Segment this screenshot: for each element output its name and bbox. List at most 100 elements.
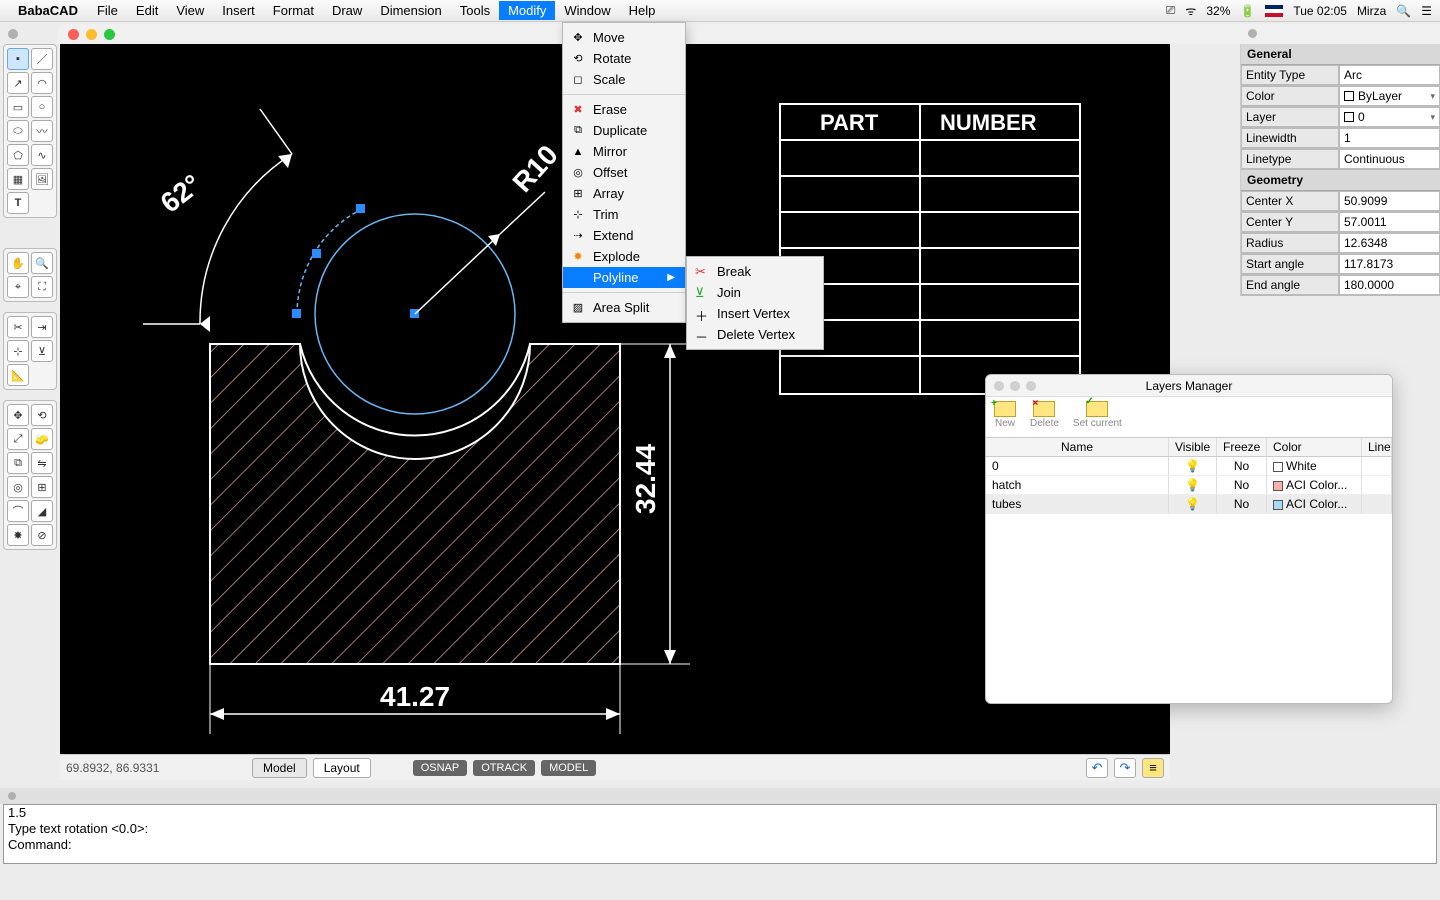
prop-value[interactable]: 117.8173 (1339, 254, 1440, 274)
menu-insert[interactable]: Insert (213, 1, 264, 20)
tool-spline[interactable]: ∿ (31, 144, 53, 166)
menu-edit[interactable]: Edit (127, 1, 167, 20)
prop-row[interactable]: Layer0 (1241, 107, 1440, 128)
layer-linetype[interactable] (1362, 476, 1392, 494)
mi-delete-vertex[interactable]: －Delete Vertex (687, 324, 823, 345)
tool-zoom-window[interactable]: ⌖ (7, 276, 29, 298)
layers-setcurrent-button[interactable]: ✓Set current (1073, 401, 1122, 429)
layers-titlebar[interactable]: Layers Manager (986, 375, 1392, 397)
tool-text[interactable]: T (7, 192, 29, 214)
tool-rotate[interactable]: ⟲ (31, 404, 53, 426)
mi-move[interactable]: ✥Move (563, 27, 685, 48)
prop-value[interactable]: 57.0011 (1339, 212, 1440, 232)
menu-dimension[interactable]: Dimension (371, 1, 450, 20)
layer-freeze-toggle[interactable]: No (1217, 495, 1267, 513)
toggle-otrack[interactable]: OTRACK (473, 760, 535, 776)
prop-row[interactable]: End angle180.0000 (1241, 275, 1440, 296)
tool-arc[interactable]: ◠ (31, 72, 53, 94)
tool-point[interactable]: ▪ (7, 48, 29, 70)
layers-col-visible[interactable]: Visible (1169, 438, 1217, 456)
mi-offset[interactable]: ◎Offset (563, 162, 685, 183)
layer-freeze-toggle[interactable]: No (1217, 457, 1267, 475)
menu-window[interactable]: Window (555, 1, 619, 20)
prop-value[interactable]: Arc (1339, 65, 1440, 85)
prop-value[interactable]: 180.0000 (1339, 275, 1440, 295)
tool-mirror[interactable]: ⇋ (31, 452, 53, 474)
wifi-icon[interactable]: ᯤ (1185, 2, 1196, 19)
toggle-osnap[interactable]: OSNAP (413, 760, 468, 776)
tool-erase[interactable]: 🧽 (31, 428, 53, 450)
prop-value[interactable]: 12.6348 (1339, 233, 1440, 253)
layers-manager-window[interactable]: Layers Manager +New ×Delete ✓Set current… (985, 374, 1393, 704)
prop-row[interactable]: Radius12.6348 (1241, 233, 1440, 254)
menu-file[interactable]: File (88, 1, 127, 20)
layer-color[interactable]: ACI Color... (1267, 495, 1362, 513)
tool-join[interactable]: ⊻ (31, 340, 53, 362)
layer-visible-toggle[interactable]: 💡 (1169, 495, 1217, 513)
tool-hatch[interactable]: ▦ (7, 168, 29, 190)
menu-help[interactable]: Help (620, 1, 665, 20)
layers-col-color[interactable]: Color (1267, 438, 1362, 456)
tool-explode[interactable]: ✸ (7, 524, 29, 546)
layers-traffic-lights[interactable] (994, 381, 1036, 391)
prop-row[interactable]: Start angle117.8173 (1241, 254, 1440, 275)
tool-measure[interactable]: 📐 (7, 364, 29, 386)
layers-col-freeze[interactable]: Freeze (1217, 438, 1267, 456)
tool-copy[interactable]: ⧉ (7, 452, 29, 474)
mi-insert-vertex[interactable]: ＋Insert Vertex (687, 303, 823, 324)
layer-color[interactable]: ACI Color... (1267, 476, 1362, 494)
tool-ray[interactable]: ↗ (7, 72, 29, 94)
clock[interactable]: Tue 02:05 (1293, 4, 1347, 18)
prop-row[interactable]: ColorByLayer (1241, 86, 1440, 107)
tool-array[interactable]: ⊞ (31, 476, 53, 498)
tab-model[interactable]: Model (252, 758, 307, 778)
menu-modify[interactable]: Modify (499, 1, 555, 20)
layer-row[interactable]: 0💡NoWhite (986, 457, 1392, 476)
layers-col-line[interactable]: Line (1362, 438, 1392, 456)
layer-row[interactable]: tubes💡NoACI Color... (986, 495, 1392, 514)
mi-erase[interactable]: ✖Erase (563, 99, 685, 120)
prop-value[interactable]: 1 (1339, 128, 1440, 148)
layer-visible-toggle[interactable]: 💡 (1169, 476, 1217, 494)
command-line[interactable]: 1.5 Type text rotation <0.0>: Command: (3, 804, 1437, 864)
user-name[interactable]: Mirza (1357, 4, 1386, 18)
tool-zoom-extents[interactable]: ⛶ (31, 276, 53, 298)
menu-view[interactable]: View (167, 1, 213, 20)
prop-row[interactable]: Center X50.9099 (1241, 191, 1440, 212)
layers-new-button[interactable]: +New (994, 401, 1016, 429)
layer-visible-toggle[interactable]: 💡 (1169, 457, 1217, 475)
tool-rect[interactable]: ▭ (7, 96, 29, 118)
prop-row[interactable]: Entity TypeArc (1241, 65, 1440, 86)
tool-offset[interactable]: ◎ (7, 476, 29, 498)
spotlight-icon[interactable]: 🔍 (1396, 4, 1411, 18)
prop-value[interactable]: 0 (1339, 107, 1440, 127)
menu-tools[interactable]: Tools (451, 1, 499, 20)
layer-freeze-toggle[interactable]: No (1217, 476, 1267, 494)
prop-value[interactable]: 50.9099 (1339, 191, 1440, 211)
menu-extra-icon[interactable]: ☰ (1421, 4, 1432, 18)
menu-draw[interactable]: Draw (323, 1, 371, 20)
menu-format[interactable]: Format (264, 1, 323, 20)
mi-duplicate[interactable]: ⧉Duplicate (563, 120, 685, 141)
prop-value[interactable]: ByLayer (1339, 86, 1440, 106)
mi-trim[interactable]: ⊹Trim (563, 204, 685, 225)
tool-fillet[interactable]: ⌒ (7, 500, 29, 522)
tool-pan[interactable]: ✋ (7, 252, 29, 274)
toggle-model[interactable]: MODEL (541, 760, 596, 776)
tool-chamfer[interactable]: ◢ (31, 500, 53, 522)
mi-break[interactable]: ✂Break (687, 261, 823, 282)
layer-linetype[interactable] (1362, 495, 1392, 513)
tool-line[interactable]: ／ (31, 48, 53, 70)
mi-extend[interactable]: ⇢Extend (563, 225, 685, 246)
prop-row[interactable]: LinetypeContinuous (1241, 149, 1440, 170)
screen-icon[interactable]: ⎚ (1166, 3, 1176, 18)
mi-areasplit[interactable]: ▨Area Split (563, 297, 685, 318)
undo-button[interactable]: ↶ (1086, 758, 1108, 778)
mi-scale[interactable]: ◻Scale (563, 69, 685, 90)
traffic-lights[interactable] (68, 29, 115, 40)
layers-delete-button[interactable]: ×Delete (1030, 401, 1059, 429)
prop-value[interactable]: Continuous (1339, 149, 1440, 169)
prop-row[interactable]: Linewidth1 (1241, 128, 1440, 149)
tab-layout[interactable]: Layout (313, 758, 371, 778)
mi-rotate[interactable]: ⟲Rotate (563, 48, 685, 69)
